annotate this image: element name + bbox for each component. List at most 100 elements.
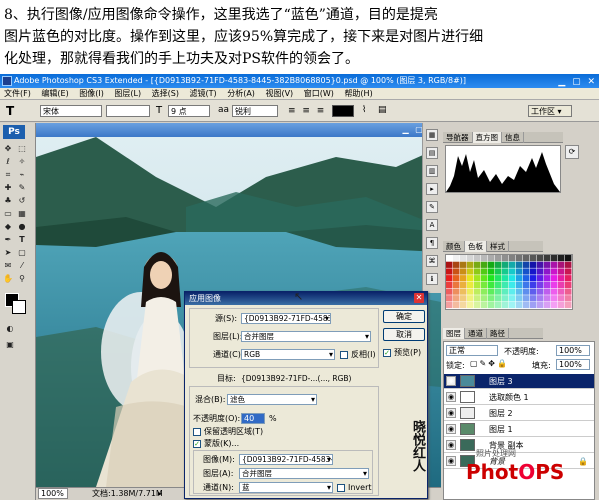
eye-icon[interactable]: ◉ — [446, 440, 456, 450]
swatch[interactable] — [460, 281, 467, 288]
swatch[interactable] — [516, 261, 523, 268]
swatch[interactable] — [509, 255, 516, 262]
swatch[interactable] — [509, 275, 516, 282]
swatch[interactable] — [558, 295, 565, 302]
tab-info[interactable]: 信息 — [502, 132, 524, 143]
eye-icon[interactable]: ◉ — [446, 376, 456, 386]
eyedropper-icon[interactable]: ⁄ — [16, 260, 28, 271]
swatch[interactable] — [460, 295, 467, 302]
swatch[interactable] — [502, 261, 509, 268]
swatch[interactable] — [516, 301, 523, 309]
swatch[interactable] — [460, 288, 467, 295]
swatch[interactable] — [467, 281, 474, 288]
quickmask-icon[interactable]: ◐ — [4, 323, 16, 334]
swatch[interactable] — [551, 275, 558, 282]
blend-select[interactable]: 滤色 — [227, 394, 317, 405]
swatch[interactable] — [446, 261, 453, 268]
swatch[interactable] — [530, 295, 537, 302]
layer-name[interactable]: 图层 1 — [489, 422, 513, 437]
tab-channels[interactable]: 通道 — [465, 328, 487, 339]
layer-name[interactable]: 图层 2 — [489, 406, 513, 421]
swatch[interactable] — [509, 261, 516, 268]
swatch[interactable] — [537, 295, 544, 302]
menu-image[interactable]: 图像(I) — [79, 89, 104, 98]
swatch[interactable] — [502, 255, 509, 262]
font-family-select[interactable]: 宋体 — [40, 105, 102, 117]
preserve-transparency-checkbox[interactable] — [193, 428, 201, 436]
warp-text-icon[interactable]: ⌇ — [362, 105, 366, 115]
swatch[interactable] — [502, 288, 509, 295]
swatch[interactable] — [537, 288, 544, 295]
panel-icon-history[interactable]: ✎ — [426, 201, 438, 213]
swatch[interactable] — [453, 261, 460, 268]
swatch[interactable] — [551, 301, 558, 309]
swatch[interactable] — [516, 255, 523, 262]
swatch[interactable] — [565, 281, 572, 288]
preview-checkbox[interactable]: ✓ — [383, 349, 391, 357]
swatch[interactable] — [460, 268, 467, 275]
channel-select[interactable]: RGB — [241, 349, 335, 360]
slice-tool-icon[interactable]: ⌁ — [16, 169, 28, 180]
window-controls[interactable]: ▁ ▢ ✕ — [558, 75, 597, 89]
swatch[interactable] — [516, 268, 523, 275]
panel-icon-info[interactable]: ℹ — [426, 273, 438, 285]
swatch[interactable] — [516, 295, 523, 302]
swatch[interactable] — [467, 288, 474, 295]
layer-name[interactable]: 选取颜色 1 — [489, 390, 529, 405]
swatch[interactable] — [523, 255, 530, 262]
swatch[interactable] — [565, 301, 572, 309]
lock-icons[interactable]: ▢✎✥🔒 — [470, 359, 509, 368]
antialias-select[interactable]: 锐利 — [232, 105, 278, 117]
swatch[interactable] — [446, 275, 453, 282]
swatch[interactable] — [467, 261, 474, 268]
hand-tool-icon[interactable]: ✋ — [2, 273, 14, 284]
swatch[interactable] — [565, 268, 572, 275]
swatch[interactable] — [551, 281, 558, 288]
swatch[interactable] — [495, 288, 502, 295]
crop-tool-icon[interactable]: ⌗ — [2, 169, 14, 180]
swatch[interactable] — [537, 268, 544, 275]
fill-input[interactable]: 100% — [556, 359, 590, 370]
swatch[interactable] — [558, 275, 565, 282]
swatch[interactable] — [558, 268, 565, 275]
swatch[interactable] — [544, 301, 551, 309]
eye-icon[interactable]: ◉ — [446, 424, 456, 434]
swatch[interactable] — [509, 288, 516, 295]
notes-tool-icon[interactable]: ✉ — [2, 260, 14, 271]
swatch[interactable] — [523, 261, 530, 268]
zoom-tool-icon[interactable]: ⚲ — [16, 273, 28, 284]
swatch[interactable] — [530, 288, 537, 295]
mask-checkbox[interactable]: ✓ — [193, 440, 201, 448]
swatch[interactable] — [523, 301, 530, 309]
swatch[interactable] — [565, 261, 572, 268]
swatch[interactable] — [453, 295, 460, 302]
layer-row[interactable]: ◉ 选取颜色 1 — [444, 390, 594, 405]
swatch[interactable] — [446, 268, 453, 275]
swatch[interactable] — [523, 275, 530, 282]
tab-navigator[interactable]: 导航器 — [443, 132, 473, 143]
swatch[interactable] — [488, 295, 495, 302]
swatch[interactable] — [481, 288, 488, 295]
brush-tool-icon[interactable]: ✎ — [16, 182, 28, 193]
swatch[interactable] — [453, 268, 460, 275]
menu-layer[interactable]: 图层(L) — [114, 89, 141, 98]
swatch[interactable] — [565, 295, 572, 302]
type-tool-icon[interactable]: T — [6, 104, 14, 118]
swatch[interactable] — [502, 301, 509, 309]
swatches-panel[interactable] — [445, 254, 573, 310]
swatch[interactable] — [544, 275, 551, 282]
swatch[interactable] — [460, 301, 467, 309]
swatch[interactable] — [460, 255, 467, 262]
swatch[interactable] — [446, 255, 453, 262]
panel-icon-paragraph[interactable]: ¶ — [426, 237, 438, 249]
swatch[interactable] — [537, 255, 544, 262]
swatch[interactable] — [495, 255, 502, 262]
layer-select[interactable]: 合并图层 — [241, 331, 371, 342]
status-arrow-icon[interactable]: ▸ — [158, 488, 162, 500]
swatch[interactable] — [446, 295, 453, 302]
swatch[interactable] — [551, 255, 558, 262]
swatch[interactable] — [453, 301, 460, 309]
mask-invert-checkbox[interactable] — [337, 484, 345, 492]
source-select[interactable]: {D0913B92-71FD-4583-... — [241, 313, 331, 324]
swatch[interactable] — [530, 281, 537, 288]
